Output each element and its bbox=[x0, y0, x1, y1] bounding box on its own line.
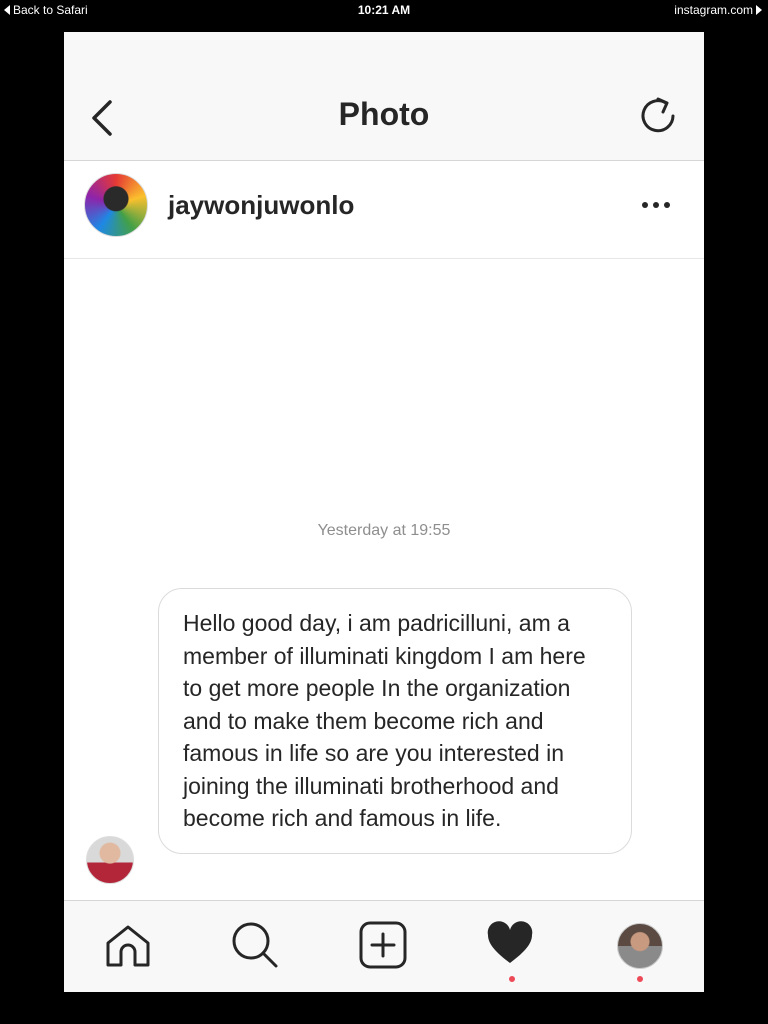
more-horizontal-icon-dot bbox=[653, 202, 659, 208]
status-bar: Back to Safari 10:21 AM instagram.com bbox=[0, 0, 768, 22]
sender-avatar[interactable] bbox=[86, 836, 134, 884]
domain-link[interactable]: instagram.com bbox=[674, 3, 762, 17]
more-options-button[interactable] bbox=[642, 195, 676, 215]
home-icon bbox=[106, 925, 150, 967]
message-bubble[interactable]: Hello good day, i am padricilluni, am a … bbox=[158, 588, 632, 854]
username-link[interactable]: jaywonjuwonlo bbox=[168, 190, 354, 221]
profile-notification-dot bbox=[637, 976, 643, 982]
app-window: Photo jaywonjuwonlo Yesterday at 19:55 H… bbox=[64, 32, 704, 992]
tab-new-post[interactable] bbox=[359, 921, 409, 971]
domain-label: instagram.com bbox=[674, 3, 753, 17]
activity-notification-dot bbox=[509, 976, 515, 982]
nav-header: Photo bbox=[64, 32, 704, 161]
refresh-button[interactable] bbox=[636, 94, 680, 138]
avatar[interactable] bbox=[84, 173, 148, 237]
post-header: jaywonjuwonlo bbox=[64, 161, 704, 259]
forward-triangle-icon bbox=[756, 5, 762, 15]
message-timestamp: Yesterday at 19:55 bbox=[317, 522, 451, 539]
more-horizontal-icon-dot bbox=[664, 202, 670, 208]
tab-bar bbox=[64, 900, 704, 992]
tab-activity[interactable] bbox=[486, 921, 536, 971]
search-icon bbox=[232, 922, 278, 968]
tab-profile[interactable] bbox=[617, 923, 663, 969]
tab-home[interactable] bbox=[104, 921, 154, 971]
refresh-icon bbox=[641, 97, 675, 133]
add-icon bbox=[359, 921, 407, 969]
status-time: 10:21 AM bbox=[357, 3, 411, 17]
page-title: Photo bbox=[338, 96, 430, 132]
heart-icon bbox=[487, 921, 533, 963]
more-horizontal-icon bbox=[642, 202, 648, 208]
tab-search[interactable] bbox=[231, 921, 281, 971]
